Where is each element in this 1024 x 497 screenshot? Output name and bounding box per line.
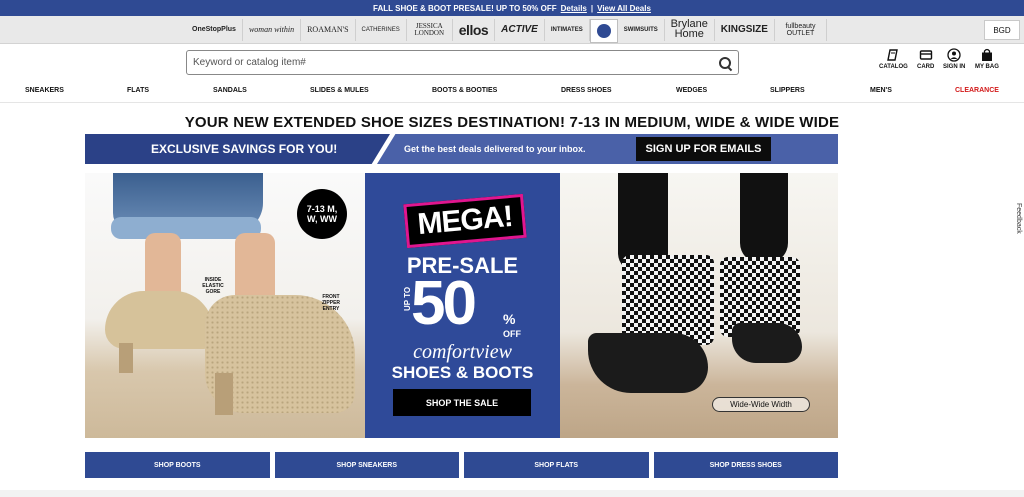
promo-bar: FALL SHOE & BOOT PRESALE! UP TO 50% OFF … <box>0 0 1024 16</box>
sign-in-label: SIGN IN <box>943 64 966 70</box>
discount-percent: % OFF <box>503 311 521 339</box>
mega-badge: MEGA! <box>403 193 527 249</box>
leggings-graphic-2 <box>740 173 788 263</box>
comfortview-brand: comfortview <box>413 341 512 363</box>
size-badge-line2: W, WW <box>306 214 337 224</box>
percent-sign: % <box>503 311 516 327</box>
sandal-shoe-graphic <box>105 291 213 349</box>
my-bag-label: MY BAG <box>975 64 999 70</box>
boot-foot-graphic <box>588 333 708 393</box>
brand-kingsize[interactable]: KINGSIZE <box>715 18 775 41</box>
page-bottom-divider <box>0 490 1024 497</box>
site-header: CATALOG CARD SIGN IN MY BAG <box>0 44 1024 80</box>
nav-boots-booties[interactable]: BOOTS & BOOTIES <box>432 87 497 94</box>
nav-slippers[interactable]: SLIPPERS <box>770 87 805 94</box>
promo-separator: | <box>590 3 594 13</box>
nav-clearance[interactable]: CLEARANCE <box>955 87 999 94</box>
user-icon <box>947 48 961 62</box>
shoe-heel-graphic <box>215 373 233 415</box>
card-link[interactable]: CARD <box>917 48 934 70</box>
bag-icon <box>981 48 992 61</box>
nav-wedges[interactable]: WEDGES <box>676 87 707 94</box>
search-icon[interactable] <box>718 56 732 70</box>
boot-foot-graphic-2 <box>732 323 802 363</box>
nav-flats[interactable]: FLATS <box>127 87 149 94</box>
shop-flats-button[interactable]: SHOP FLATS <box>464 452 649 478</box>
shop-buttons-row: SHOP BOOTS SHOP SNEAKERS SHOP FLATS SHOP… <box>85 452 838 478</box>
my-bag-link[interactable]: MY BAG <box>975 48 999 70</box>
hero-sale-panel: MEGA! PRE-SALE UP TO 50 % OFF comfortview… <box>365 173 560 438</box>
nav-slides-mules[interactable]: SLIDES & MULES <box>310 87 369 94</box>
shop-sneakers-button[interactable]: SHOP SNEAKERS <box>274 452 459 478</box>
wide-width-tag: Wide-Wide Width <box>712 397 810 412</box>
page-headline: YOUR NEW EXTENDED SHOE SIZES DESTINATION… <box>184 114 840 131</box>
search-box <box>186 50 739 75</box>
hero-sandal-image: 7-13 M, W, WW INSIDE ELASTIC GORE FRONT Z… <box>85 173 365 438</box>
off-text: OFF <box>503 328 521 339</box>
feedback-tab[interactable]: Feedback <box>1015 203 1022 243</box>
sign-in-link[interactable]: SIGN IN <box>943 48 965 70</box>
nav-divider <box>0 102 1024 103</box>
brand-active[interactable]: ACTIVE <box>495 18 545 41</box>
hero-banner[interactable]: 7-13 M, W, WW INSIDE ELASTIC GORE FRONT Z… <box>85 173 838 438</box>
catalog-icon <box>887 49 899 61</box>
callout-elastic-gore: INSIDE ELASTIC GORE <box>202 277 224 295</box>
brand-current-shoes[interactable] <box>589 19 618 43</box>
size-badge-line1: 7-13 M, <box>306 203 338 214</box>
view-all-deals-link[interactable]: View All Deals <box>597 4 651 13</box>
brand-woman-within[interactable]: woman within <box>243 18 302 41</box>
brand-strip: OneStopPlus woman within ROAMAN'S CATHER… <box>0 16 1024 44</box>
brand-brylane-home[interactable]: Brylane Home <box>665 18 715 41</box>
brand-roamans[interactable]: ROAMAN'S <box>301 18 356 41</box>
exclusive-savings-text: EXCLUSIVE SAVINGS FOR YOU! <box>85 134 390 164</box>
brand-intimates[interactable]: INTIMATES <box>545 18 590 41</box>
shop-dress-shoes-button[interactable]: SHOP DRESS SHOES <box>653 452 838 478</box>
shoes-brand-icon <box>596 24 611 38</box>
discount-number: 50 <box>411 269 477 338</box>
houndstooth-boot-graphic <box>622 255 714 345</box>
card-label: CARD <box>917 64 935 70</box>
nav-sandals[interactable]: SANDALS <box>213 87 247 94</box>
nav-dress-shoes[interactable]: DRESS SHOES <box>561 87 612 94</box>
sandal-heel-graphic <box>119 343 133 373</box>
category-nav: SNEAKERS FLATS SANDALS SLIDES & MULES BO… <box>0 80 1024 102</box>
card-icon <box>919 50 932 60</box>
brand-catherines[interactable]: CATHERINES <box>356 18 407 41</box>
callout-zipper-entry: FRONT ZIPPER ENTRY <box>321 294 341 312</box>
email-signup-banner: EXCLUSIVE SAVINGS FOR YOU! Get the best … <box>85 134 838 164</box>
brand-jessica-london[interactable]: JESSICA LONDON <box>407 18 453 41</box>
promo-text: FALL SHOE & BOOT PRESALE! UP TO 50% OFF <box>373 3 557 13</box>
nav-mens[interactable]: MEN'S <box>870 87 892 94</box>
brand-swimsuits[interactable]: SWIMSUITS <box>618 18 665 41</box>
shop-boots-button[interactable]: SHOP BOOTS <box>85 452 270 478</box>
shop-the-sale-button[interactable]: SHOP THE SALE <box>393 389 531 416</box>
currency-selector[interactable]: BGD <box>984 20 1020 40</box>
brand-ellos[interactable]: ellos <box>453 18 496 41</box>
catalog-label: CATALOG <box>879 64 908 70</box>
mega-text: MEGA! <box>416 199 514 242</box>
brand-fullbeauty-outlet[interactable]: fullbeauty OUTLET <box>775 18 827 41</box>
catalog-link[interactable]: CATALOG <box>879 48 908 70</box>
promo-details-link[interactable]: Details <box>561 4 587 13</box>
shoes-boots-text: SHOES & BOOTS <box>391 363 534 382</box>
sign-up-emails-button[interactable]: SIGN UP FOR EMAILS <box>636 137 771 161</box>
brand-onestopplus[interactable]: OneStopPlus <box>186 18 243 41</box>
nav-sneakers[interactable]: SNEAKERS <box>25 87 64 94</box>
search-input[interactable] <box>193 57 718 68</box>
size-badge: 7-13 M, W, WW <box>297 189 347 239</box>
hero-bootie-image: Wide-Wide Width <box>560 173 838 438</box>
